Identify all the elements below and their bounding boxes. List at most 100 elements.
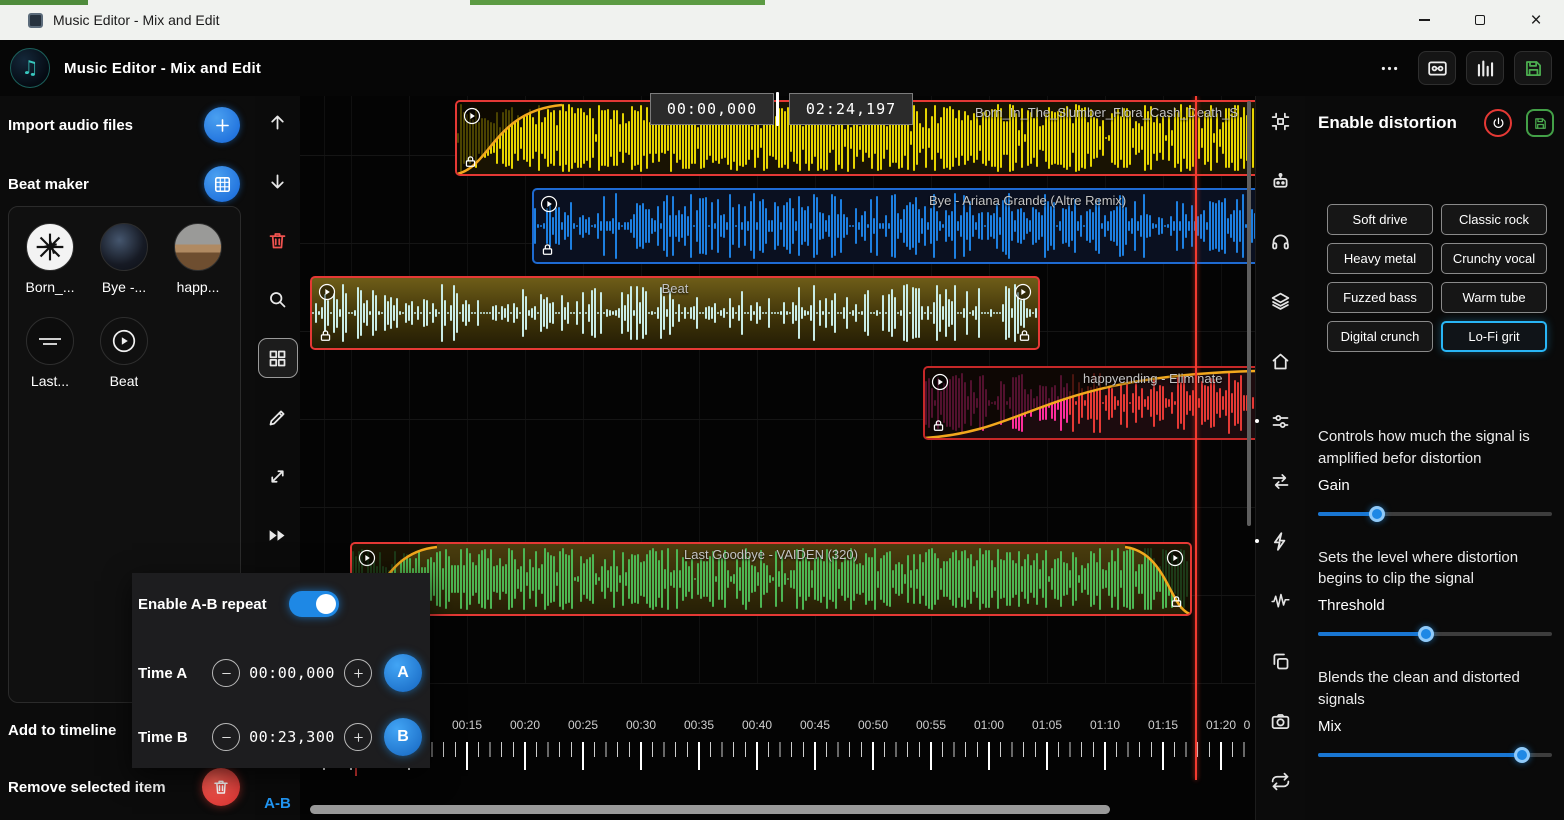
move-track-down-button[interactable]: [258, 161, 298, 201]
vertical-scrollbar[interactable]: [1247, 101, 1251, 526]
toggle-knob: [316, 594, 336, 614]
move-track-up-button[interactable]: [258, 102, 298, 142]
ai-assistant-button[interactable]: [1264, 164, 1298, 198]
mixer-icon: [1270, 411, 1291, 432]
layers-button[interactable]: [1264, 284, 1298, 318]
ruler-label: 01:20: [1206, 718, 1236, 732]
audio-clip[interactable]: Beat: [310, 276, 1040, 350]
preset-digital-crunch[interactable]: Digital crunch: [1327, 321, 1433, 352]
camera-icon: [1270, 711, 1291, 732]
transfer-button[interactable]: [1264, 464, 1298, 498]
time-displays: 00:00,000 02:24,197: [650, 92, 913, 126]
clip-play-button[interactable]: [1166, 549, 1184, 567]
zoom-button[interactable]: [258, 279, 298, 319]
more-options-button[interactable]: [1370, 51, 1408, 85]
time-b-decrement-button[interactable]: [212, 723, 240, 751]
window-title: Music Editor - Mix and Edit: [53, 12, 220, 28]
save-project-button[interactable]: [1514, 51, 1552, 85]
clip-play-button[interactable]: [1014, 283, 1032, 301]
clip-lock-button[interactable]: [931, 418, 946, 433]
file-thumbnail: [100, 223, 148, 271]
home-button[interactable]: [1264, 344, 1298, 378]
slider-thumb[interactable]: [1418, 626, 1434, 642]
gain-slider[interactable]: [1318, 505, 1552, 523]
clip-play-button[interactable]: [540, 195, 558, 213]
clip-lock-button[interactable]: [463, 154, 478, 169]
horizontal-scrollbar[interactable]: [310, 805, 1110, 814]
import-audio-button[interactable]: [204, 107, 240, 143]
header-actions: [1370, 51, 1552, 85]
distortion-save-button[interactable]: [1526, 109, 1554, 137]
timeline[interactable]: Born_In_The_Slumber_Flora_Cash_Death_SBy…: [300, 96, 1255, 820]
audio-file-item[interactable]: Last...: [13, 317, 87, 389]
audio-clip[interactable]: happyending - Eliminate: [923, 366, 1255, 440]
clip-play-button[interactable]: [358, 549, 376, 567]
preset-soft-drive[interactable]: Soft drive: [1327, 204, 1433, 235]
distortion-power-button[interactable]: [1484, 109, 1512, 137]
minus-icon: [220, 667, 233, 680]
set-time-a-button[interactable]: A: [384, 654, 422, 692]
remove-selected-label: Remove selected item: [8, 779, 166, 796]
beat-maker-button[interactable]: [204, 166, 240, 202]
preset-crunchy-vocal[interactable]: Crunchy vocal: [1441, 243, 1547, 274]
clip-play-button[interactable]: [463, 107, 481, 125]
delete-track-button[interactable]: [258, 220, 298, 260]
frame-icon: [1270, 111, 1291, 132]
wallpaper-bleed: [470, 0, 765, 5]
time-b-increment-button[interactable]: [344, 723, 372, 751]
home-icon: [1270, 351, 1291, 372]
close-button[interactable]: ×: [1508, 0, 1564, 40]
preset-grid: Soft drive Classic rock Heavy metal Crunchy…: [1327, 204, 1547, 352]
draw-tool-button[interactable]: [258, 397, 298, 437]
add-to-timeline-label[interactable]: Add to timeline: [8, 722, 116, 739]
beat-maker-row: Beat maker: [8, 165, 240, 203]
audio-monitor-button[interactable]: [1264, 224, 1298, 258]
loop-button[interactable]: [1264, 764, 1298, 798]
time-a-decrement-button[interactable]: [212, 659, 240, 687]
time-ruler[interactable]: [300, 742, 1255, 774]
audio-file-item[interactable]: Bye -...: [87, 223, 161, 295]
library-button[interactable]: [1466, 51, 1504, 85]
ab-enable-toggle[interactable]: [289, 591, 339, 617]
audio-file-item[interactable]: happ...: [161, 223, 235, 295]
mixer-button[interactable]: [1264, 404, 1298, 438]
audio-file-item[interactable]: Beat: [87, 317, 161, 389]
recorder-button[interactable]: [1418, 51, 1456, 85]
minimize-button[interactable]: [1396, 0, 1452, 40]
time-a-label: Time A: [138, 665, 212, 682]
clip-lock-button[interactable]: [318, 328, 333, 343]
ruler-label: 01:00: [974, 718, 1004, 732]
remove-selected-button[interactable]: [202, 768, 240, 806]
playback-speed-button[interactable]: [258, 515, 298, 555]
preset-lo-fi-grit[interactable]: Lo-Fi grit: [1441, 321, 1547, 352]
wave-editor-button[interactable]: [1264, 584, 1298, 618]
snapshot-button[interactable]: [1264, 704, 1298, 738]
playhead[interactable]: [1195, 96, 1197, 780]
clip-lock-button[interactable]: [1169, 594, 1184, 609]
clip-play-button[interactable]: [318, 283, 336, 301]
mix-slider[interactable]: [1318, 746, 1552, 764]
duplicate-button[interactable]: [1264, 644, 1298, 678]
clip-lock-button[interactable]: [1017, 328, 1032, 343]
timeline-tracks: Born_In_The_Slumber_Flora_Cash_Death_SBy…: [300, 96, 1255, 820]
ab-repeat-button[interactable]: A-B: [264, 795, 291, 812]
slider-thumb[interactable]: [1369, 506, 1385, 522]
slider-thumb[interactable]: [1514, 747, 1530, 763]
stretch-tool-button[interactable]: [258, 456, 298, 496]
video-sync-button[interactable]: [1264, 104, 1298, 138]
effects-flash-button[interactable]: [1264, 524, 1298, 558]
threshold-slider[interactable]: [1318, 625, 1552, 643]
maximize-button[interactable]: [1452, 0, 1508, 40]
set-time-b-button[interactable]: B: [384, 718, 422, 756]
snap-grid-button[interactable]: [258, 338, 298, 378]
clip-lock-button[interactable]: [540, 242, 555, 257]
audio-clip[interactable]: Last Goodbye - VAIDEN (320): [350, 542, 1192, 616]
audio-file-item[interactable]: Born_...: [13, 223, 87, 295]
clip-play-button[interactable]: [931, 373, 949, 391]
audio-clip[interactable]: Bye - Ariana Grande (Altre Remix): [532, 188, 1255, 264]
preset-fuzzed-bass[interactable]: Fuzzed bass: [1327, 282, 1433, 313]
preset-warm-tube[interactable]: Warm tube: [1441, 282, 1547, 313]
preset-classic-rock[interactable]: Classic rock: [1441, 204, 1547, 235]
time-a-increment-button[interactable]: [344, 659, 372, 687]
preset-heavy-metal[interactable]: Heavy metal: [1327, 243, 1433, 274]
